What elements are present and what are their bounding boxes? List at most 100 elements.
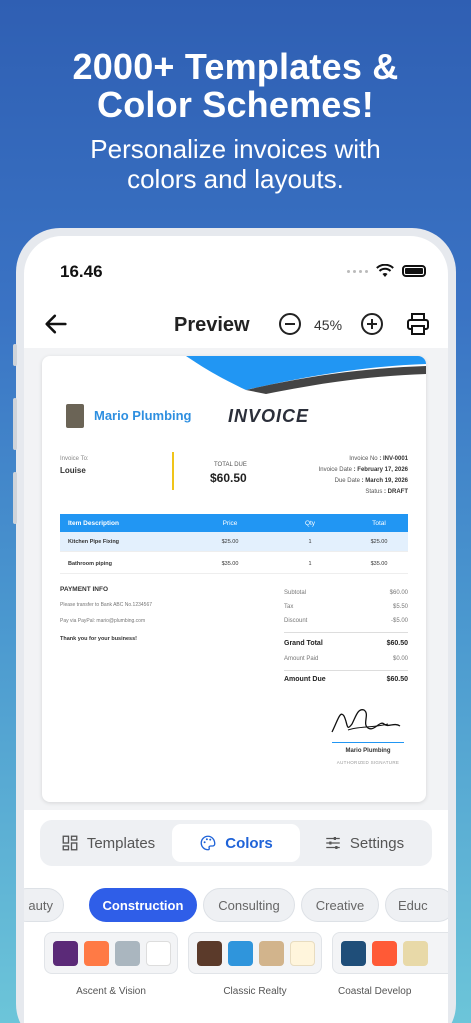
tab-settings-label: Settings	[349, 834, 405, 852]
status-time: 16.46	[60, 262, 103, 281]
app-bar: Preview 45%	[24, 306, 448, 342]
palette-card-classic-realty[interactable]	[188, 932, 322, 974]
swatch	[146, 940, 171, 966]
summary-discount: Discount -$5.00	[284, 618, 408, 624]
palette-name: Coastal Develop	[338, 986, 412, 997]
swatch	[403, 940, 428, 966]
invoice-header-decoration	[186, 356, 426, 394]
swatch	[197, 940, 222, 966]
palette-card-coastal[interactable]	[332, 932, 448, 974]
invoice-meta: Invoice No : INV-0001 Invoice Date : Feb…	[319, 454, 408, 498]
tab-templates-label: Templates	[86, 834, 156, 852]
subline-line-1: Personalize invoices with	[90, 134, 381, 164]
col-qty: Qty	[304, 519, 316, 527]
zoom-level: 45%	[314, 317, 343, 333]
meta-status: Status : DRAFT	[365, 489, 408, 495]
summary-divider	[284, 670, 408, 671]
invoice-to-label: Invoice To:	[60, 456, 89, 462]
signature-line	[332, 742, 404, 743]
row-total: $35.00	[370, 560, 388, 567]
swatch	[372, 940, 397, 966]
payment-bank: Please transfer to Bank ABC No.1234567	[60, 602, 153, 608]
palette-name: Ascent & Vision	[76, 986, 146, 997]
editor-tabs: Templates Colors Settings	[40, 820, 432, 866]
invoice-title: INVOICE	[228, 406, 310, 426]
row-price: $25.00	[221, 538, 239, 545]
row-qty: 1	[308, 560, 312, 567]
wifi-icon	[376, 264, 394, 277]
phone-volume-up	[13, 398, 17, 450]
col-price: Price	[222, 519, 238, 527]
tab-templates[interactable]: Templates	[44, 824, 172, 862]
payment-paypal: Pay via PayPal: mario@plumbing.com	[60, 618, 146, 624]
summary-divider	[284, 632, 408, 633]
signature-image	[331, 709, 401, 733]
palette-card-ascent[interactable]	[44, 932, 178, 974]
zoom-in-icon[interactable]	[360, 312, 384, 336]
category-chip-beauty[interactable]: auty	[24, 888, 64, 922]
signal-icon	[347, 269, 368, 273]
phone-frame: 16.46 Preview 45% Mario Plumbing INVOICE…	[13, 228, 456, 1023]
col-description: Item Description	[68, 519, 119, 527]
print-icon[interactable]	[406, 312, 430, 336]
swatch	[290, 940, 315, 966]
battery-icon	[402, 265, 426, 277]
divider	[172, 452, 174, 490]
summary-amount-due: Amount Due $60.50	[284, 676, 408, 683]
table-row: Bathroom piping $35.00 1 $35.00	[60, 554, 408, 574]
category-chips: auty Construction Consulting Creative Ed…	[24, 888, 448, 922]
headline-line-1: 2000+ Templates &	[72, 46, 399, 87]
row-price: $35.00	[221, 560, 239, 567]
promo-headline: 2000+ Templates & Color Schemes!	[0, 48, 471, 124]
summary-grand-total: Grand Total $60.50	[284, 640, 408, 647]
grid-icon	[62, 835, 78, 851]
sliders-icon	[326, 837, 340, 849]
company-logo	[66, 404, 84, 428]
back-arrow-icon[interactable]	[42, 310, 70, 338]
status-icons	[347, 264, 426, 278]
promo-subline: Personalize invoices with colors and lay…	[0, 134, 471, 194]
swatch	[84, 940, 109, 966]
invoice-paper: Mario Plumbing INVOICE Invoice To: Louis…	[42, 356, 426, 802]
meta-due-date: Due Date : March 19, 2026	[334, 478, 408, 484]
phone-screen: 16.46 Preview 45% Mario Plumbing INVOICE…	[24, 236, 448, 1023]
col-total: Total	[372, 519, 386, 527]
palette-icon	[200, 835, 216, 851]
meta-invoice-date: Invoice Date : February 17, 2026	[318, 467, 408, 473]
swatch	[228, 940, 253, 966]
swatch	[259, 940, 284, 966]
row-qty: 1	[308, 538, 312, 545]
items-table-header: Item Description Price Qty Total	[60, 514, 408, 532]
swatch	[115, 940, 140, 966]
palette-name: Classic Realty	[223, 986, 287, 997]
subline-line-2: colors and layouts.	[127, 164, 344, 194]
meta-invoice-no: Invoice No : INV-0001	[349, 456, 408, 462]
signer-name: Mario Plumbing	[345, 748, 391, 754]
row-description: Kitchen Pipe Fixing	[68, 538, 120, 545]
category-chip-education[interactable]: Educ	[385, 888, 448, 922]
phone-side-button	[13, 344, 17, 366]
tab-colors-label: Colors	[225, 834, 273, 852]
signature-label: AUTHORIZED SIGNATURE	[336, 760, 400, 765]
phone-volume-down	[13, 472, 17, 524]
invoice-to-name: Louise	[60, 466, 86, 475]
invoice-preview-area[interactable]: Mario Plumbing INVOICE Invoice To: Louis…	[24, 348, 448, 810]
row-total: $25.00	[370, 538, 388, 545]
company-name: Mario Plumbing	[94, 408, 192, 423]
category-chip-creative[interactable]: Creative	[301, 888, 379, 922]
tab-colors[interactable]: Colors	[172, 824, 300, 862]
page-title: Preview	[174, 314, 250, 336]
summary-tax: Tax $5.50	[284, 604, 408, 610]
summary-amount-paid: Amount Paid $0.00	[284, 656, 408, 662]
headline-line-2: Color Schemes!	[97, 84, 374, 125]
category-chip-construction[interactable]: Construction	[89, 888, 197, 922]
swatch	[341, 940, 366, 966]
row-description: Bathroom piping	[68, 560, 112, 567]
payment-info-title: PAYMENT INFO	[60, 586, 109, 593]
swatch	[53, 940, 78, 966]
zoom-out-icon[interactable]	[278, 312, 302, 336]
table-row: Kitchen Pipe Fixing $25.00 1 $25.00	[60, 532, 408, 552]
category-chip-consulting[interactable]: Consulting	[203, 888, 295, 922]
thanks-note: Thank you for your business!	[60, 636, 138, 642]
tab-settings[interactable]: Settings	[300, 824, 428, 862]
